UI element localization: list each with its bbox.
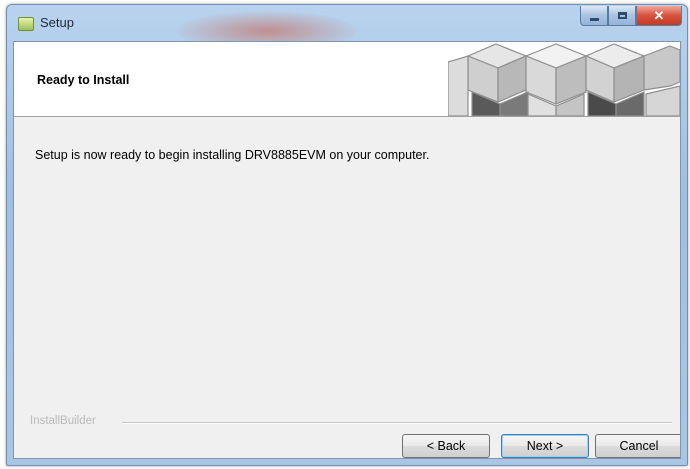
cube-logo — [448, 43, 680, 116]
close-button[interactable]: ✕ — [636, 6, 682, 26]
minimize-icon — [589, 17, 599, 21]
minimize-button[interactable] — [580, 6, 608, 26]
back-button[interactable]: < Back — [402, 434, 490, 458]
cancel-button[interactable]: Cancel — [595, 434, 680, 458]
footer-divider — [122, 422, 672, 424]
title-bar[interactable]: Setup ✕ — [7, 5, 687, 41]
dialog-client-area: Ready to Install Setup is now ready to b… — [13, 41, 681, 459]
installbuilder-brand-label: InstallBuilder — [30, 415, 96, 427]
setup-window: Setup ✕ Ready to Install Setup is now re… — [6, 4, 688, 466]
next-button[interactable]: Next > — [501, 434, 589, 458]
title-bar-glow — [177, 11, 357, 41]
caption-buttons: ✕ — [580, 6, 682, 26]
close-icon: ✕ — [653, 7, 665, 23]
page-title: Ready to Install — [37, 73, 130, 87]
install-ready-message: Setup is now ready to begin installing D… — [35, 148, 430, 162]
maximize-icon — [617, 12, 627, 19]
setup-app-icon — [18, 17, 34, 31]
dialog-header: Ready to Install — [14, 42, 680, 117]
maximize-button[interactable] — [608, 6, 636, 26]
window-title: Setup — [40, 15, 74, 30]
